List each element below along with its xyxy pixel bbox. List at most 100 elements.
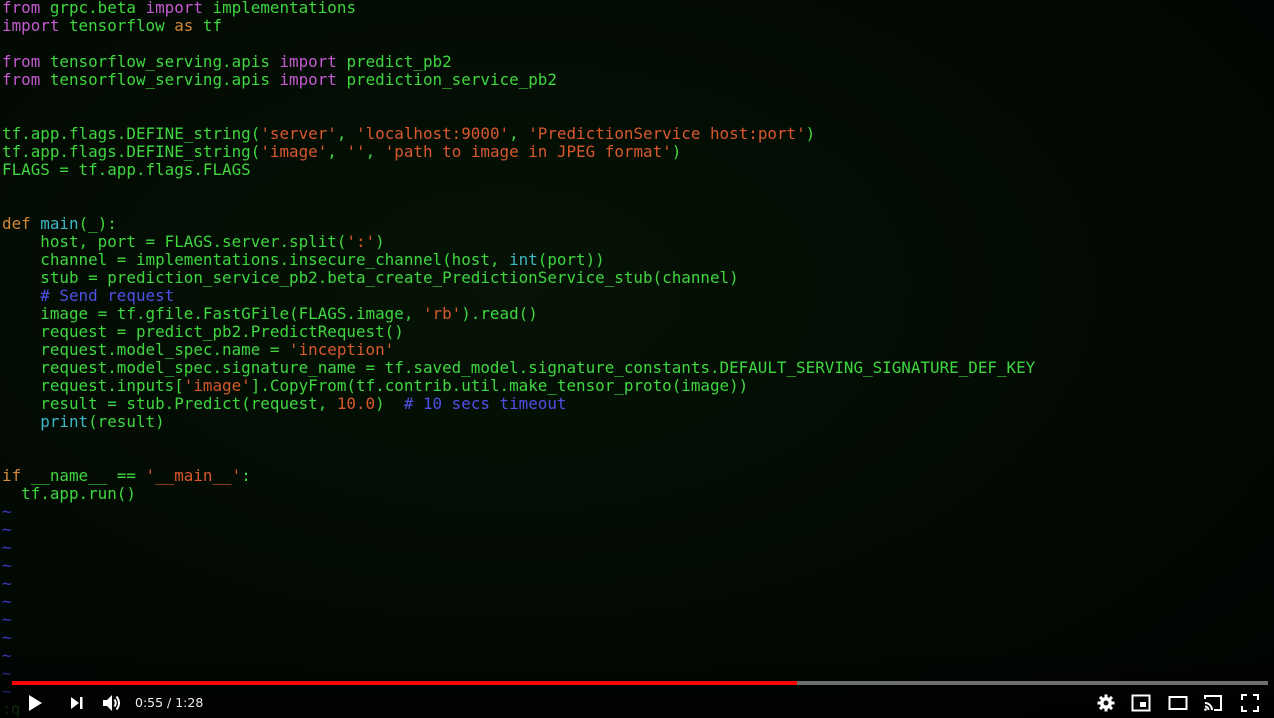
code-token: , — [509, 124, 529, 143]
code-token: image = tf.gfile.FastGFile(FLAGS.image, — [2, 304, 423, 323]
code-token: 'path to image in JPEG format' — [384, 142, 672, 161]
code-token: 'image' — [260, 142, 328, 161]
code-token: : — [241, 466, 251, 485]
code-token: (result) — [88, 412, 165, 431]
code-token: 'PredictionService host:port' — [528, 124, 806, 143]
code-token: ) — [375, 394, 404, 413]
code-token: , — [365, 142, 385, 161]
vim-empty-line-tilde: ~ — [2, 628, 12, 647]
code-token: channel = implementations.insecure_chann… — [2, 250, 510, 269]
code-line: channel = implementations.insecure_chann… — [2, 251, 1035, 269]
code-token: tensorflow_serving.apis — [40, 70, 280, 89]
code-token: request.model_spec.signature_name = tf.s… — [2, 358, 1036, 377]
code-token: def — [2, 214, 31, 233]
code-line: tf.app.flags.DEFINE_string('server', 'lo… — [2, 125, 1035, 143]
code-token: print — [2, 412, 89, 431]
code-token: from — [2, 52, 41, 71]
vim-empty-line-tilde: ~ — [2, 610, 12, 629]
code-token: , — [327, 142, 347, 161]
code-token: 'rb' — [422, 304, 462, 323]
code-token: ':' — [346, 232, 376, 251]
code-token: main — [40, 214, 79, 233]
code-token: 'localhost:9000' — [356, 124, 510, 143]
volume-button[interactable] — [99, 690, 125, 716]
code-token: '__main__' — [145, 466, 242, 485]
video-player[interactable]: from grpc.beta import implementations imp… — [0, 0, 1274, 718]
code-line: import tensorflow as tf — [2, 17, 1035, 35]
code-token: (_): — [78, 214, 117, 233]
code-token: prediction_service_pb2 — [336, 70, 557, 89]
code-token: tensorflow — [59, 16, 175, 35]
code-token: ) — [805, 124, 816, 143]
fullscreen-button[interactable] — [1238, 690, 1262, 716]
progress-bar[interactable] — [12, 681, 1268, 685]
code-token: grpc.beta — [40, 0, 146, 17]
fullscreen-icon — [1241, 694, 1259, 712]
code-line: from tensorflow_serving.apis import pred… — [2, 53, 1035, 71]
code-token: 10.0 — [336, 394, 376, 413]
code-line: stub = prediction_service_pb2.beta_creat… — [2, 269, 1035, 287]
miniplayer-icon — [1131, 694, 1151, 712]
code-token: (port)) — [537, 250, 605, 269]
code-line: image = tf.gfile.FastGFile(FLAGS.image, … — [2, 305, 1035, 323]
code-token: host, port = FLAGS.server.split( — [2, 232, 347, 251]
volume-icon — [103, 695, 120, 711]
cast-button[interactable] — [1201, 690, 1225, 716]
code-token: ) — [671, 142, 682, 161]
code-token: 'inception' — [289, 340, 395, 359]
code-line: FLAGS = tf.app.flags.FLAGS — [2, 161, 1035, 179]
code-line: request.model_spec.signature_name = tf.s… — [2, 359, 1035, 377]
play-button[interactable] — [22, 690, 48, 716]
next-icon — [71, 697, 83, 709]
time-display: 0:55 / 1:28 — [135, 695, 204, 710]
theater-mode-icon — [1168, 696, 1188, 710]
miniplayer-button[interactable] — [1129, 690, 1153, 716]
code-token: tf — [193, 16, 223, 35]
code-token: predict_pb2 — [336, 52, 452, 71]
code-line: request = predict_pb2.PredictRequest() — [2, 323, 1035, 341]
code-token: import — [279, 70, 337, 89]
vim-empty-line-tilde: ~ — [2, 520, 12, 539]
vim-empty-line-tilde: ~ — [2, 574, 12, 593]
code-line: request.inputs['image'].CopyFrom(tf.cont… — [2, 377, 1035, 395]
cast-icon — [1204, 695, 1222, 711]
code-token: import — [145, 0, 203, 17]
code-token: int — [509, 250, 538, 269]
progress-played — [12, 681, 797, 685]
code-token: ) — [375, 232, 385, 251]
play-icon — [29, 695, 42, 711]
code-line: tf.app.run() — [2, 485, 1035, 503]
code-line: host, port = FLAGS.server.split(':') — [2, 233, 1035, 251]
code-token: tf.app.flags.DEFINE_string( — [2, 142, 261, 161]
code-token: tensorflow_serving.apis — [40, 52, 280, 71]
code-line: result = stub.Predict(request, 10.0) # 1… — [2, 395, 1035, 413]
code-token: implementations — [202, 0, 357, 17]
code-line: # Send request — [2, 287, 1035, 305]
code-line: from tensorflow_serving.apis import pred… — [2, 71, 1035, 89]
code-token: from — [2, 0, 41, 17]
code-line: from grpc.beta import implementations — [2, 0, 1035, 17]
code-line: def main(_): — [2, 215, 1035, 233]
vim-editor-frame: from grpc.beta import implementations imp… — [2, 0, 1035, 701]
code-token: '' — [346, 142, 366, 161]
code-token: 'server' — [260, 124, 337, 143]
theater-mode-button[interactable] — [1166, 690, 1190, 716]
code-line: print(result) — [2, 413, 1035, 431]
settings-icon — [1097, 694, 1115, 712]
code-line: if __name__ == '__main__': — [2, 467, 1035, 485]
settings-button[interactable] — [1094, 690, 1118, 716]
code-token: request.inputs[ — [2, 376, 184, 395]
next-button[interactable] — [64, 690, 88, 716]
code-token: result = stub.Predict(request, — [2, 394, 337, 413]
code-token: stub = prediction_service_pb2.beta_creat… — [2, 268, 739, 287]
code-token: as — [174, 16, 194, 35]
code-line: request.model_spec.name = 'inception' — [2, 341, 1035, 359]
code-token: tf.app.run() — [2, 484, 136, 503]
code-token: # 10 secs timeout — [403, 394, 567, 413]
code-token: import — [279, 52, 337, 71]
code-token: __name__ == — [21, 466, 146, 485]
